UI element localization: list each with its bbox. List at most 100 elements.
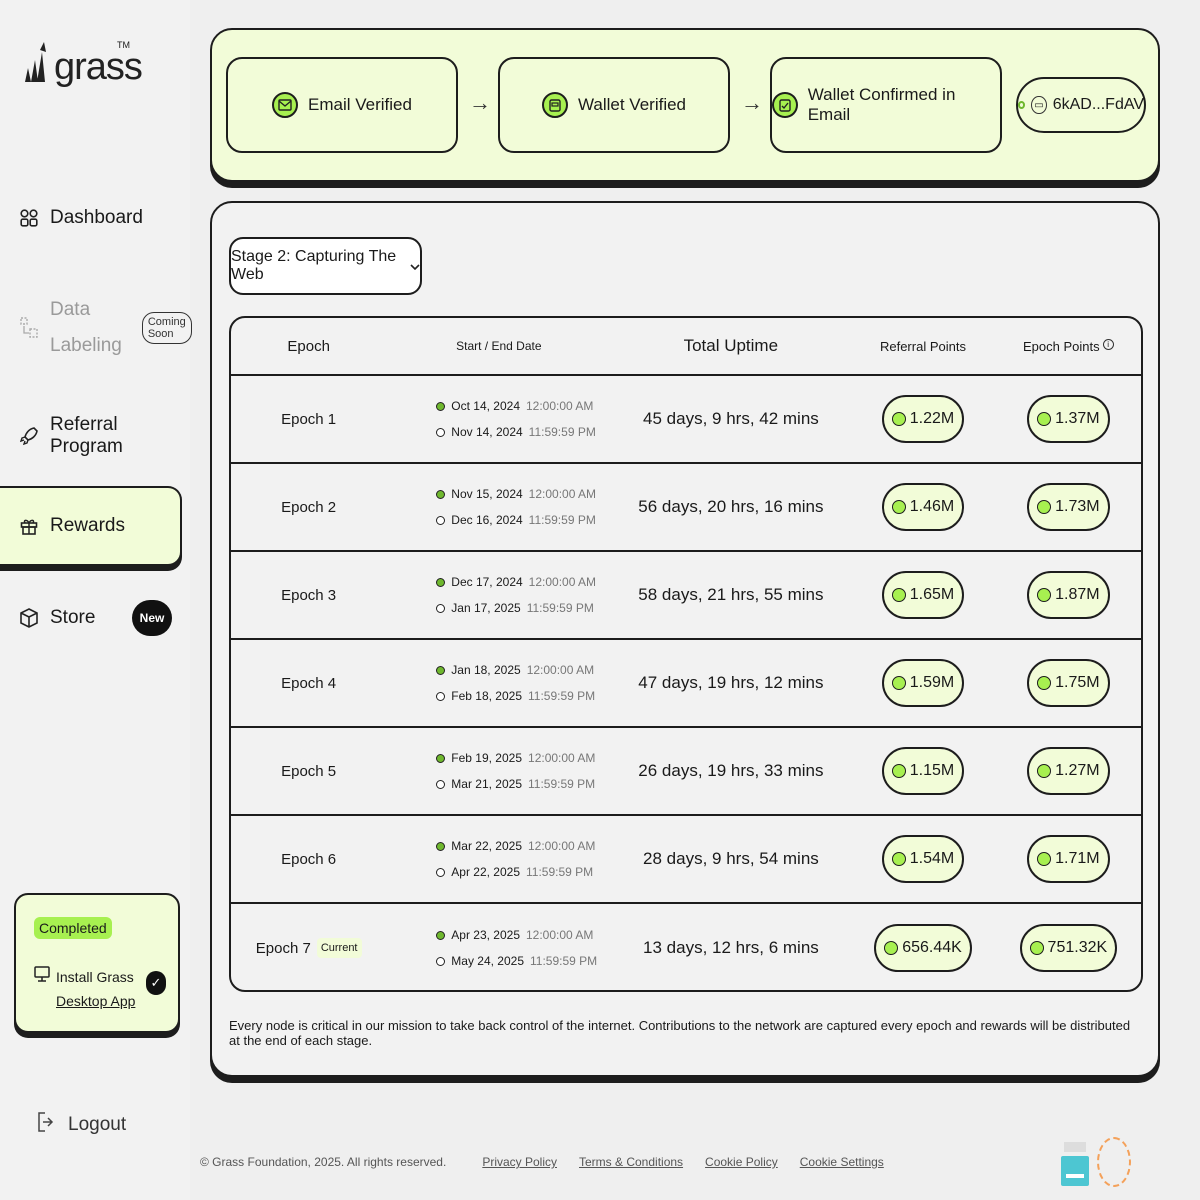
end-date-line: Dec 16, 2024 11:59:59 PM <box>436 513 611 527</box>
grass-coin-icon <box>891 676 906 690</box>
epoch-label: Epoch 3 <box>281 586 337 604</box>
col-header-date: Start / End Date <box>386 339 611 353</box>
sidebar-item-rewards[interactable]: Rewards <box>0 486 182 566</box>
epoch-points-value: 1.87M <box>1055 586 1100 603</box>
referral-points-value: 1.46M <box>909 498 955 515</box>
referral-points-pill: 656.44K <box>874 924 972 972</box>
rocket-icon <box>20 427 38 446</box>
epoch-points-pill: 1.87M <box>1027 571 1110 619</box>
start-time: 12:00:00 AM <box>526 663 595 677</box>
step-wallet-verified: Wallet Verified <box>498 57 730 153</box>
sidebar-item-referral-program[interactable]: Referral Program <box>0 414 182 457</box>
end-date: Dec 16, 2024 <box>451 513 523 527</box>
connection-status-dot <box>1018 101 1026 109</box>
grid-icon <box>20 209 38 227</box>
start-date-line: Apr 23, 2025 12:00:00 AM <box>436 928 611 942</box>
sidebar-item-label: Labeling <box>50 335 122 356</box>
uptime-cell: 45 days, 9 hrs, 42 mins <box>643 409 819 428</box>
date-cell: Mar 22, 2025 12:00:00 AM Apr 22, 2025 11… <box>386 839 611 879</box>
epoch-points-value: 1.75M <box>1055 674 1100 691</box>
points-cell: 1.73M <box>996 483 1141 531</box>
start-time: 12:00:00 AM <box>528 487 597 501</box>
col-header-referral: Referral Points <box>850 339 995 354</box>
start-date-line: Nov 15, 2024 12:00:00 AM <box>436 487 611 501</box>
grass-coin-icon <box>1037 764 1052 778</box>
start-date-line: Oct 14, 2024 12:00:00 AM <box>436 399 611 413</box>
referral-points-value: 1.65M <box>909 586 955 603</box>
grass-logo[interactable]: grass TM <box>22 38 143 86</box>
table-row: Epoch 6 Mar 22, 2025 12:00:00 AM Apr 22,… <box>231 816 1141 904</box>
start-date: Jan 18, 2025 <box>451 663 521 677</box>
epoch-points-value: 1.71M <box>1055 850 1100 867</box>
logout-icon <box>36 1110 54 1140</box>
sidebar-item-store[interactable]: Store New <box>0 598 182 638</box>
table-row: Epoch 7 Current Apr 23, 2025 12:00:00 AM… <box>231 904 1141 990</box>
end-dot-icon <box>436 427 446 437</box>
uptime-cell: 26 days, 19 hrs, 33 mins <box>638 761 824 780</box>
grass-coin-icon <box>1037 852 1052 866</box>
grass-coin-icon <box>891 852 906 866</box>
end-dot-icon <box>436 603 446 613</box>
step-wallet-confirmed: Wallet Confirmed in Email <box>770 57 1002 153</box>
wallet-icon <box>541 92 568 118</box>
cookie-settings-link[interactable]: Cookie Settings <box>800 1155 884 1169</box>
epoch-cell: Epoch 4 <box>231 675 386 692</box>
start-dot-icon <box>436 401 446 411</box>
referral-cell: 656.44K <box>850 924 995 972</box>
desktop-app-link[interactable]: Desktop App <box>56 989 135 1013</box>
table-row: Epoch 4 Jan 18, 2025 12:00:00 AM Feb 18,… <box>231 640 1141 728</box>
start-time: 12:00:00 AM <box>528 751 596 765</box>
end-dot-icon <box>436 867 446 877</box>
date-cell: Dec 17, 2024 12:00:00 AM Jan 17, 2025 11… <box>386 575 611 615</box>
box-icon <box>20 608 38 628</box>
grass-coin-icon <box>891 412 906 426</box>
stage-dropdown[interactable]: Stage 2: Capturing The Web <box>229 237 422 295</box>
epoch-points-value: 751.32K <box>1047 939 1108 956</box>
coming-soon-badge: Coming Soon <box>141 312 192 344</box>
epoch-cell: Epoch 5 <box>231 763 386 780</box>
info-icon[interactable]: i <box>1102 338 1114 350</box>
desktop-app-task-card[interactable]: Completed Install Grass Desktop App ✓ <box>14 893 180 1033</box>
step-email-verified: Email Verified <box>226 57 458 153</box>
grass-coin-icon <box>891 500 906 514</box>
step-label: Wallet Confirmed in Email <box>807 85 956 124</box>
epoch-label: Epoch 5 <box>281 762 337 780</box>
table-row: Epoch 3 Dec 17, 2024 12:00:00 AM Jan 17,… <box>231 552 1141 640</box>
grass-coin-icon <box>884 941 899 955</box>
epoch-points-pill: 1.73M <box>1027 483 1110 531</box>
cookie-policy-link[interactable]: Cookie Policy <box>705 1155 778 1169</box>
epoch-label: Epoch 4 <box>281 674 337 692</box>
sidebar-item-label: Referral Program <box>50 414 123 457</box>
start-date: Oct 14, 2024 <box>451 399 520 413</box>
start-date: Mar 22, 2025 <box>451 839 522 853</box>
labeling-icon <box>20 317 38 338</box>
referral-cell: 1.65M <box>850 571 995 619</box>
start-dot-icon <box>436 753 446 763</box>
sidebar-item-label: Data <box>50 299 91 320</box>
wallet-address-button[interactable]: ▭ 6kAD...FdAV <box>1016 77 1146 133</box>
install-label: Install Grass <box>56 969 134 985</box>
terms-link[interactable]: Terms & Conditions <box>579 1155 683 1169</box>
points-cell: 1.75M <box>996 659 1141 707</box>
epoch-table: Epoch Start / End Date Total Uptime Refe… <box>229 316 1143 992</box>
end-date: May 24, 2025 <box>451 954 524 968</box>
end-dot-icon <box>436 691 446 701</box>
date-cell: Oct 14, 2024 12:00:00 AM Nov 14, 2024 11… <box>386 399 611 439</box>
col-header-uptime: Total Uptime <box>683 336 779 355</box>
start-dot-icon <box>436 665 446 675</box>
end-time: 11:59:59 PM <box>528 777 596 791</box>
privacy-policy-link[interactable]: Privacy Policy <box>482 1155 557 1169</box>
logout-button[interactable]: Logout <box>36 1110 126 1140</box>
current-tag: Current <box>316 938 362 958</box>
referral-cell: 1.22M <box>850 395 995 443</box>
points-cell: 1.71M <box>996 835 1141 883</box>
footnote: Every node is critical in our mission to… <box>229 1018 1131 1048</box>
referral-points-pill: 1.54M <box>881 835 965 883</box>
col-header-date-label: Start / End Date <box>456 339 542 353</box>
sidebar-item-dashboard[interactable]: Dashboard <box>0 198 182 238</box>
end-dot-icon <box>436 956 446 966</box>
arrow-right-icon: → <box>741 90 763 115</box>
start-time: 12:00:00 AM <box>528 575 597 589</box>
sidebar-item-data-labeling: Data Labeling Coming Soon <box>0 290 192 366</box>
chevron-down-icon <box>410 257 420 275</box>
